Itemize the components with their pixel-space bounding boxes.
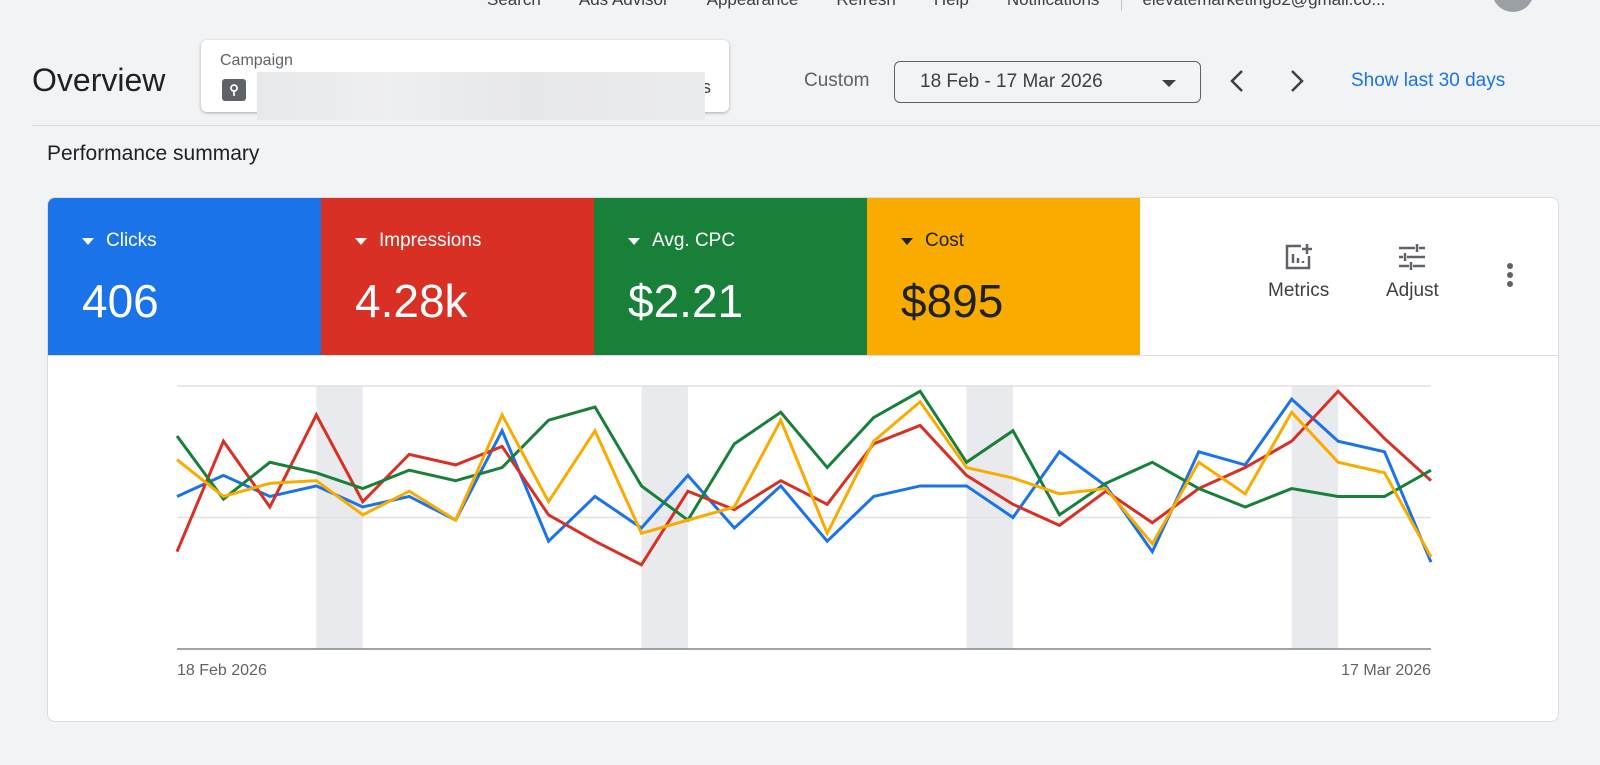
x-tick-start: 18 Feb 2026 [177, 662, 267, 679]
date-mode-label: Custom [804, 70, 870, 91]
campaign-label: Campaign [220, 52, 293, 69]
account-email[interactable]: elevatemarketing82@gmail.co... [1142, 0, 1412, 10]
redacted-campaign-name [257, 72, 705, 120]
x-tick-end: 17 Mar 2026 [1341, 662, 1431, 679]
chevron-left-icon[interactable] [1226, 68, 1250, 94]
header-divider [32, 125, 1600, 126]
performance-chart: 18 Feb 2026 17 Mar 2026 [175, 385, 1433, 679]
section-title: Performance summary [47, 142, 260, 165]
date-range-picker[interactable]: 18 Feb - 17 Mar 2026 [894, 61, 1201, 103]
date-range-value: 18 Feb - 17 Mar 2026 [920, 71, 1103, 92]
page-title: Overview [32, 62, 166, 98]
nav-notifications[interactable]: Notifications [1007, 0, 1100, 10]
nav-search[interactable]: Search [487, 0, 541, 10]
show-last-30-days-link[interactable]: Show last 30 days [1351, 70, 1505, 92]
nav-help[interactable]: Help [934, 0, 969, 10]
nav-refresh[interactable]: Refresh [836, 0, 896, 10]
chevron-right-icon[interactable] [1284, 68, 1308, 94]
nav-appearance[interactable]: Appearance [707, 0, 799, 10]
avatar[interactable] [1492, 0, 1534, 12]
nav-ads-advisor[interactable]: Ads Advisor [579, 0, 669, 10]
performance-card: Clicks 406 Impressions 4.28k Avg. CPC $2… [47, 197, 1559, 722]
top-nav: Search Ads Advisor Appearance Refresh He… [487, 0, 1412, 11]
nav-divider [1121, 0, 1123, 11]
series-line-cost [176, 399, 1433, 558]
search-campaign-icon: ⚲ [222, 79, 246, 101]
dropdown-arrow-icon [1162, 80, 1176, 87]
